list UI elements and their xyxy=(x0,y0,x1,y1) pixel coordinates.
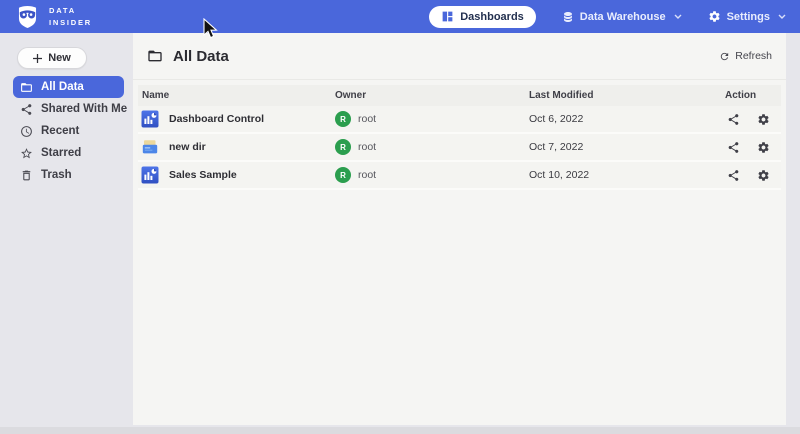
database-icon xyxy=(562,11,574,23)
owl-logo-icon xyxy=(14,4,41,30)
dashboard-file-icon xyxy=(141,166,159,184)
table-header-row: Name Owner Last Modified Action xyxy=(138,85,781,106)
dashboards-button[interactable]: Dashboards xyxy=(429,6,536,28)
refresh-icon xyxy=(719,51,730,62)
window-bottom-edge xyxy=(0,427,800,434)
app-header: DATA INSIDER Dashboards Data Warehouse xyxy=(0,0,800,33)
title-bar: All Data Refresh xyxy=(133,33,786,80)
share-button[interactable] xyxy=(727,169,740,182)
sidebar-item-trash[interactable]: Trash xyxy=(13,164,124,186)
sidebar-item-all-data[interactable]: All Data xyxy=(13,76,124,98)
table-row[interactable]: Dashboard Control R root Oct 6, 2022 xyxy=(138,106,781,134)
chevron-down-icon xyxy=(674,14,682,19)
table-row[interactable]: new dir R root Oct 7, 2022 xyxy=(138,134,781,162)
row-settings-button[interactable] xyxy=(757,113,770,126)
new-button-label: New xyxy=(48,52,71,64)
sidebar-nav: All Data Shared With Me Recent Starred T… xyxy=(0,76,133,186)
sidebar-item-label: Trash xyxy=(41,169,72,181)
gear-icon xyxy=(708,10,721,23)
star-icon xyxy=(20,147,33,160)
sidebar-item-label: Shared With Me xyxy=(41,103,127,115)
owner-name: root xyxy=(358,169,376,181)
trash-icon xyxy=(20,169,33,182)
dashboard-file-icon xyxy=(141,110,159,128)
file-name: new dir xyxy=(169,141,206,153)
column-header-name: Name xyxy=(138,90,331,101)
file-name: Dashboard Control xyxy=(169,113,264,125)
chevron-down-icon xyxy=(778,14,786,19)
clock-icon xyxy=(20,125,33,138)
app-logo: DATA INSIDER xyxy=(14,4,92,30)
files-table: Name Owner Last Modified Action D xyxy=(138,85,781,190)
sidebar-item-shared-with-me[interactable]: Shared With Me xyxy=(13,98,124,120)
row-settings-button[interactable] xyxy=(757,169,770,182)
owner-avatar: R xyxy=(335,111,351,127)
sidebar-item-label: Recent xyxy=(41,125,79,137)
last-modified: Oct 6, 2022 xyxy=(525,113,721,125)
plus-icon xyxy=(33,54,42,63)
column-header-action: Action xyxy=(721,90,781,101)
main-content: All Data Refresh Name Owner Last Modifie… xyxy=(133,33,786,425)
folder-icon xyxy=(20,81,33,94)
refresh-button[interactable]: Refresh xyxy=(719,50,772,62)
last-modified: Oct 10, 2022 xyxy=(525,169,721,181)
share-button[interactable] xyxy=(727,141,740,154)
new-button[interactable]: New xyxy=(17,47,87,69)
sidebar-item-label: All Data xyxy=(41,81,84,93)
table-row[interactable]: Sales Sample R root Oct 10, 2022 xyxy=(138,162,781,190)
refresh-label: Refresh xyxy=(735,50,772,62)
header-nav: Dashboards Data Warehouse Settings xyxy=(429,6,786,28)
sidebar-item-recent[interactable]: Recent xyxy=(13,120,124,142)
owner-name: root xyxy=(358,113,376,125)
folder-icon xyxy=(147,48,163,64)
share-icon xyxy=(20,103,33,116)
last-modified: Oct 7, 2022 xyxy=(525,141,721,153)
folder-file-icon xyxy=(141,138,159,156)
settings-menu[interactable]: Settings xyxy=(708,10,786,23)
data-warehouse-label: Data Warehouse xyxy=(580,11,666,23)
column-header-last-modified: Last Modified xyxy=(525,90,721,101)
sidebar: New All Data Shared With Me Recent Starr… xyxy=(0,33,133,434)
owner-avatar: R xyxy=(335,167,351,183)
dashboards-button-label: Dashboards xyxy=(460,11,524,23)
page-title: All Data xyxy=(173,48,229,65)
data-warehouse-menu[interactable]: Data Warehouse xyxy=(562,11,682,23)
sidebar-item-label: Starred xyxy=(41,147,81,159)
settings-label: Settings xyxy=(727,11,770,23)
dashboard-layout-icon xyxy=(441,10,454,23)
owner-name: root xyxy=(358,141,376,153)
share-button[interactable] xyxy=(727,113,740,126)
file-name: Sales Sample xyxy=(169,169,237,181)
row-settings-button[interactable] xyxy=(757,141,770,154)
sidebar-item-starred[interactable]: Starred xyxy=(13,142,124,164)
owner-avatar: R xyxy=(335,139,351,155)
logo-text: DATA INSIDER xyxy=(49,5,92,28)
column-header-owner: Owner xyxy=(331,90,525,101)
